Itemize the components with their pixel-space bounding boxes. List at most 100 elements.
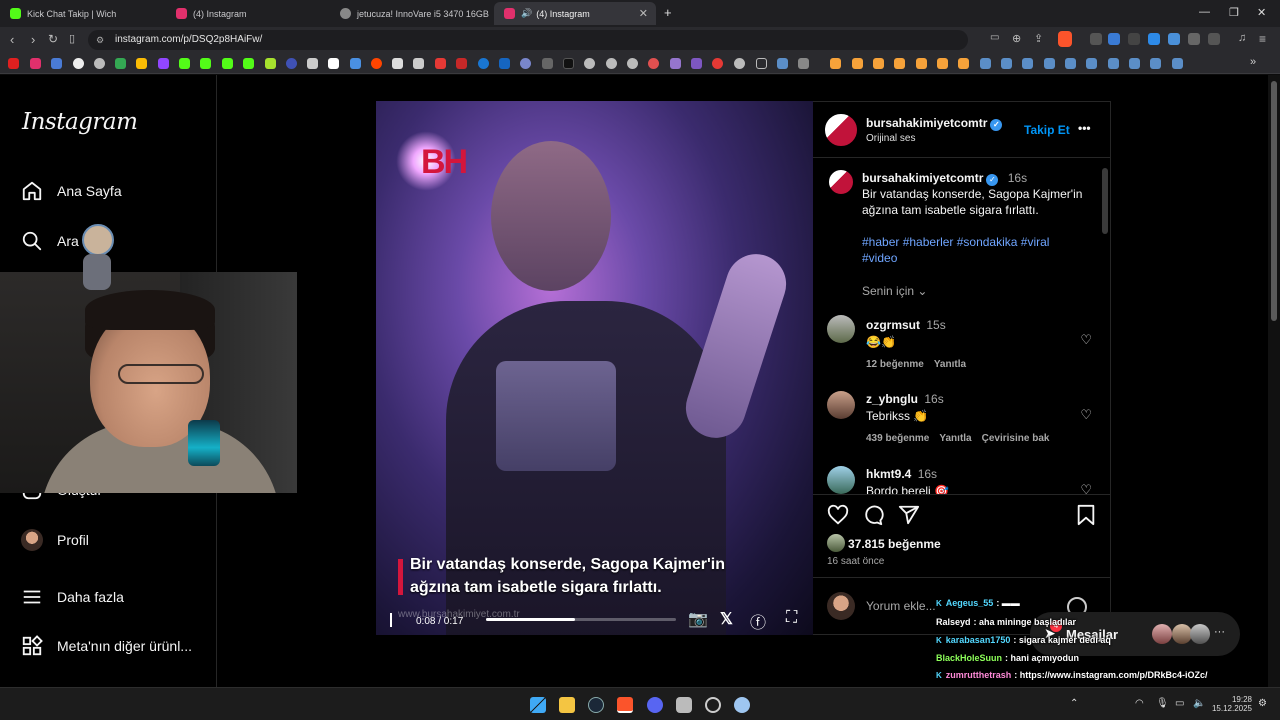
bookmark-icon[interactable] — [937, 58, 948, 69]
reply-button[interactable]: Yanıtla — [934, 359, 966, 370]
bookmark-icon[interactable] — [94, 58, 105, 69]
likes-count[interactable]: 37.815 beğenme — [848, 537, 941, 551]
bookmark-icon[interactable] — [606, 58, 617, 69]
back-icon[interactable]: ‹ — [10, 32, 14, 47]
brave-shield-icon[interactable] — [1058, 31, 1072, 47]
bookmark-icon[interactable] — [350, 58, 361, 69]
tab-instagram-1[interactable]: (4) Instagram — [166, 2, 330, 25]
facebook-icon[interactable]: ⓕ — [750, 609, 766, 633]
speaker-icon[interactable]: 🔊 — [521, 8, 532, 19]
folder-icon[interactable] — [756, 58, 767, 69]
bookmark-icon[interactable] — [200, 58, 211, 69]
bookmark-icon[interactable] — [456, 58, 467, 69]
bookmark-icon[interactable] — [413, 58, 424, 69]
bookmark-icon[interactable] — [243, 58, 254, 69]
comments-scrollbar[interactable] — [1102, 168, 1108, 234]
chat-username[interactable]: BlackHoleSuun — [936, 653, 1002, 663]
zoom-icon[interactable]: ⊕ — [1012, 32, 1021, 45]
bookmark-icon[interactable] — [8, 58, 19, 69]
comment-input[interactable]: Yorum ekle... — [866, 599, 936, 613]
sort-dropdown[interactable]: Senin için ⌄ — [862, 284, 927, 298]
bookmark-icon[interactable] — [958, 58, 969, 69]
save-icon[interactable] — [1076, 504, 1096, 531]
bookmark-icon[interactable] — [691, 58, 702, 69]
bookmark-icon[interactable] — [73, 58, 84, 69]
restore-button[interactable]: ❐ — [1229, 6, 1239, 19]
caption-avatar[interactable] — [827, 168, 855, 196]
post-time[interactable]: 16 saat önce — [827, 556, 884, 567]
sidebar-item-meta-apps[interactable]: Meta'nın diğer ürünl... — [20, 631, 192, 661]
extension-icon[interactable] — [1108, 33, 1120, 45]
like-comment-icon[interactable]: ♡ — [1080, 407, 1092, 423]
share-icon[interactable] — [898, 504, 920, 531]
sidebar-item-profile[interactable]: Profil — [20, 525, 89, 555]
extension-icon[interactable] — [1128, 33, 1140, 45]
bookmark-icon[interactable] — [648, 58, 659, 69]
bookmark-icon[interactable] — [712, 58, 723, 69]
bookmark-icon[interactable] — [1150, 58, 1161, 69]
comment-username[interactable]: ozgrmsut — [866, 318, 920, 332]
mic-icon[interactable]: 🎙 — [1156, 698, 1169, 709]
author-avatar[interactable] — [823, 112, 859, 148]
bookmark-icon[interactable] — [563, 58, 574, 69]
tab-kick-chat[interactable]: Kick Chat Takip | Wich — [0, 2, 166, 25]
notification-icon[interactable]: ⚙ — [1258, 698, 1267, 709]
bookmark-icon[interactable] — [478, 58, 489, 69]
commenter-avatar[interactable] — [827, 466, 855, 494]
app-icon[interactable] — [734, 697, 750, 713]
chat-username[interactable]: karabasan1750 — [946, 635, 1011, 645]
bookmark-icon[interactable] — [115, 58, 126, 69]
comment-icon[interactable] — [862, 504, 884, 531]
page-scrollbar[interactable] — [1268, 75, 1280, 687]
tray-chevron-icon[interactable]: ⌃ — [1070, 698, 1078, 709]
reload-icon[interactable]: ↻ — [48, 32, 58, 46]
bookmark-icon[interactable] — [499, 58, 510, 69]
hashtags[interactable]: #video — [862, 250, 1100, 266]
liker-avatar[interactable] — [827, 534, 845, 552]
fullscreen-icon[interactable]: ⛶ — [786, 609, 797, 627]
app-icon[interactable] — [676, 697, 692, 713]
bookmark-icon[interactable] — [873, 58, 884, 69]
like-comment-icon[interactable]: ♡ — [1080, 332, 1092, 348]
bookmark-icon[interactable] — [435, 58, 446, 69]
bookmark-icon[interactable] — [852, 58, 863, 69]
bookmark-icon[interactable] — [136, 58, 147, 69]
bookmark-icon[interactable] — [1044, 58, 1055, 69]
file-explorer-icon[interactable] — [559, 697, 575, 713]
extension-icon[interactable] — [1090, 33, 1102, 45]
sidebar-item-home[interactable]: Ana Sayfa — [20, 176, 122, 206]
sidebar-item-search[interactable]: Ara — [20, 226, 79, 256]
wifi-icon[interactable]: ◠ — [1135, 698, 1144, 709]
chat-username[interactable]: zumrutthetrash — [946, 670, 1012, 680]
bookmark-icon[interactable] — [51, 58, 62, 69]
author-username[interactable]: bursahakimiyetcomtr ✓ — [866, 116, 1003, 131]
tab-instagram-active[interactable]: 🔊 (4) Instagram ✕ — [494, 2, 656, 25]
bookmark-icon[interactable] — [734, 58, 745, 69]
playlist-icon[interactable]: ♫ — [1238, 32, 1246, 44]
instagram-logo[interactable]: Instagram — [22, 109, 138, 135]
commenter-avatar[interactable] — [827, 315, 855, 343]
comment-username[interactable]: hkmt9.4 — [866, 467, 911, 481]
bookmark-icon[interactable] — [371, 58, 382, 69]
translate-button[interactable]: Çevirisine bak — [982, 433, 1050, 444]
url-input[interactable]: ⚙ instagram.com/p/DSQ2p8HAiFw/ — [88, 30, 968, 50]
commenter-avatar[interactable] — [827, 391, 855, 419]
comment-username[interactable]: z_ybnglu — [866, 392, 918, 406]
close-tab-icon[interactable]: ✕ — [639, 7, 648, 20]
post-video[interactable]: BH Bir vatandaş konserde, Sagopa Kajmer'… — [376, 101, 813, 635]
like-comment-icon[interactable]: ♡ — [1080, 482, 1092, 498]
sidebar-icon[interactable] — [1208, 33, 1220, 45]
bookmark-icon[interactable] — [158, 58, 169, 69]
extensions-puzzle-icon[interactable] — [1188, 33, 1200, 45]
camera-icon[interactable]: 📷 — [688, 609, 708, 629]
comment-likes[interactable]: 439 beğenme — [866, 433, 929, 444]
bookmark-icon[interactable] — [894, 58, 905, 69]
bookmark-icon[interactable] — [1129, 58, 1140, 69]
volume-icon[interactable]: 🔈 — [1193, 698, 1205, 709]
bookmark-icon[interactable] — [286, 58, 297, 69]
extension-icon[interactable] — [1148, 33, 1160, 45]
bookmark-icon[interactable] — [265, 58, 276, 69]
bookmark-icon[interactable] — [520, 58, 531, 69]
steam-icon[interactable] — [588, 697, 604, 713]
bookmark-icon[interactable] — [1001, 58, 1012, 69]
